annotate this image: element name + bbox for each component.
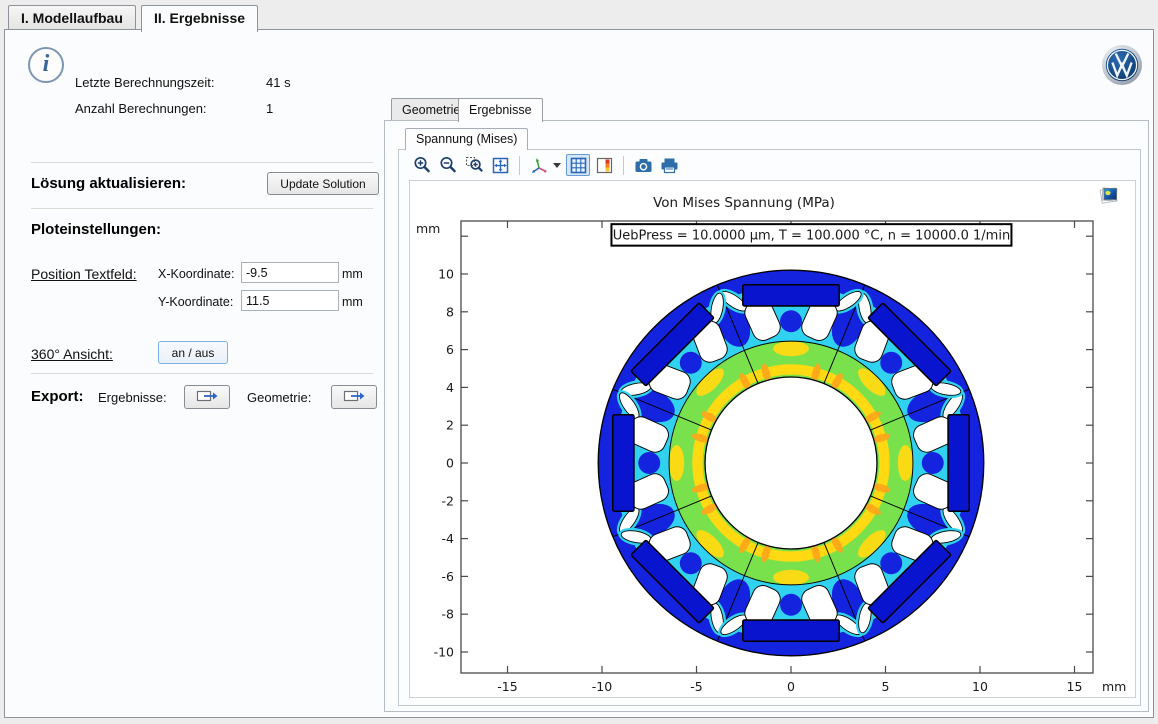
svg-text:mm: mm bbox=[1102, 679, 1126, 694]
color-legend-toggle-button[interactable] bbox=[592, 154, 616, 176]
svg-text:2: 2 bbox=[446, 418, 454, 433]
von-mises-plot: Von Mises Spannung (MPa) -15 -10 -5 0 5 10 15 mm… bbox=[410, 181, 1135, 697]
computation-count-value: 1 bbox=[266, 101, 273, 116]
svg-text:-4: -4 bbox=[442, 531, 455, 546]
y-coordinate-input[interactable] bbox=[241, 290, 339, 311]
svg-text:-2: -2 bbox=[442, 493, 454, 508]
svg-text:15: 15 bbox=[1067, 679, 1083, 694]
divider bbox=[31, 373, 373, 374]
zoom-box-button[interactable] bbox=[462, 154, 486, 176]
svg-text:5: 5 bbox=[882, 679, 890, 694]
update-solution-heading: Lösung aktualisieren: bbox=[31, 175, 186, 192]
export-results-button[interactable] bbox=[184, 385, 230, 409]
tab-ergebnisse[interactable]: II. Ergebnisse bbox=[141, 5, 258, 32]
print-button[interactable] bbox=[657, 154, 681, 176]
view-360-toggle-button[interactable]: an / aus bbox=[158, 341, 228, 364]
info-icon: i bbox=[28, 47, 64, 83]
svg-text:6: 6 bbox=[446, 342, 454, 357]
zoom-in-icon bbox=[413, 156, 432, 175]
camera-icon bbox=[634, 156, 653, 175]
plot-canvas[interactable]: Von Mises Spannung (MPa) -15 -10 -5 0 5 10 15 mm… bbox=[409, 180, 1136, 698]
grid-toggle-button[interactable] bbox=[566, 154, 590, 176]
svg-text:0: 0 bbox=[787, 679, 795, 694]
axis-orientation-icon bbox=[530, 156, 549, 175]
svg-text:4: 4 bbox=[446, 380, 454, 395]
toolbar-separator bbox=[623, 156, 624, 175]
export-icon bbox=[343, 389, 365, 403]
results-group-panel: Spannung (Mises) bbox=[384, 120, 1149, 712]
svg-text:Von Mises Spannung (MPa): Von Mises Spannung (MPa) bbox=[653, 195, 835, 211]
grid-icon bbox=[569, 156, 588, 175]
zoom-in-button[interactable] bbox=[410, 154, 434, 176]
svg-text:10: 10 bbox=[438, 267, 454, 282]
zoom-extents-button[interactable] bbox=[488, 154, 512, 176]
axis-orientation-button[interactable] bbox=[527, 154, 551, 176]
last-computation-label: Letzte Berechnungszeit: bbox=[75, 75, 214, 90]
divider bbox=[31, 208, 373, 209]
snapshot-button[interactable] bbox=[631, 154, 655, 176]
view-360-label: 360° Ansicht: bbox=[31, 346, 113, 362]
plot-corner-icon[interactable] bbox=[1098, 184, 1120, 206]
chevron-down-icon[interactable] bbox=[553, 163, 561, 168]
export-geometry-button[interactable] bbox=[331, 385, 377, 409]
vw-logo bbox=[1101, 44, 1143, 86]
plot-toolbar bbox=[409, 153, 682, 177]
rotor-stress-surface bbox=[598, 270, 984, 656]
update-solution-button[interactable]: Update Solution bbox=[267, 172, 379, 195]
svg-text:0: 0 bbox=[446, 456, 454, 471]
x-coordinate-label: X-Koordinate: bbox=[158, 267, 234, 281]
last-computation-value: 41 s bbox=[266, 75, 291, 90]
svg-text:mm: mm bbox=[416, 221, 440, 236]
zoom-extents-icon bbox=[491, 156, 510, 175]
export-geometry-label: Geometrie: bbox=[247, 390, 311, 405]
divider bbox=[31, 162, 373, 163]
export-heading: Export: bbox=[31, 388, 84, 405]
svg-text:-10: -10 bbox=[434, 645, 454, 660]
position-textfield-label: Position Textfeld: bbox=[31, 266, 137, 282]
svg-text:UebPress = 10.0000 µm, T = 100: UebPress = 10.0000 µm, T = 100.000 °C, n… bbox=[613, 229, 1011, 244]
svg-text:-5: -5 bbox=[690, 679, 702, 694]
tab-ergebnisse-plot[interactable]: Ergebnisse bbox=[458, 98, 543, 122]
svg-text:8: 8 bbox=[446, 304, 454, 319]
tab-modellaufbau[interactable]: I. Modellaufbau bbox=[8, 5, 136, 30]
zoom-box-icon bbox=[465, 156, 484, 175]
x-coordinate-input[interactable] bbox=[241, 262, 339, 283]
y-coordinate-unit: mm bbox=[342, 295, 363, 309]
color-legend-icon bbox=[595, 156, 614, 175]
y-coordinate-label: Y-Koordinate: bbox=[158, 295, 233, 309]
svg-text:-6: -6 bbox=[442, 569, 455, 584]
export-results-label: Ergebnisse: bbox=[98, 390, 167, 405]
x-coordinate-unit: mm bbox=[342, 267, 363, 281]
printer-icon bbox=[660, 156, 679, 175]
spannung-panel: Von Mises Spannung (MPa) -15 -10 -5 0 5 10 15 mm… bbox=[398, 149, 1141, 706]
computation-count-label: Anzahl Berechnungen: bbox=[75, 101, 207, 116]
tab-spannung-mises[interactable]: Spannung (Mises) bbox=[405, 128, 528, 150]
zoom-out-icon bbox=[439, 156, 458, 175]
toolbar-separator bbox=[519, 156, 520, 175]
zoom-out-button[interactable] bbox=[436, 154, 460, 176]
svg-text:10: 10 bbox=[972, 679, 988, 694]
svg-text:-15: -15 bbox=[497, 679, 517, 694]
plot-settings-heading: Ploteinstellungen: bbox=[31, 221, 161, 238]
svg-text:-8: -8 bbox=[442, 607, 455, 622]
tab-page-ergebnisse: i Letzte Berechnungszeit: 41 s Anzahl Be… bbox=[4, 29, 1154, 718]
export-icon bbox=[196, 389, 218, 403]
svg-text:-10: -10 bbox=[592, 679, 612, 694]
